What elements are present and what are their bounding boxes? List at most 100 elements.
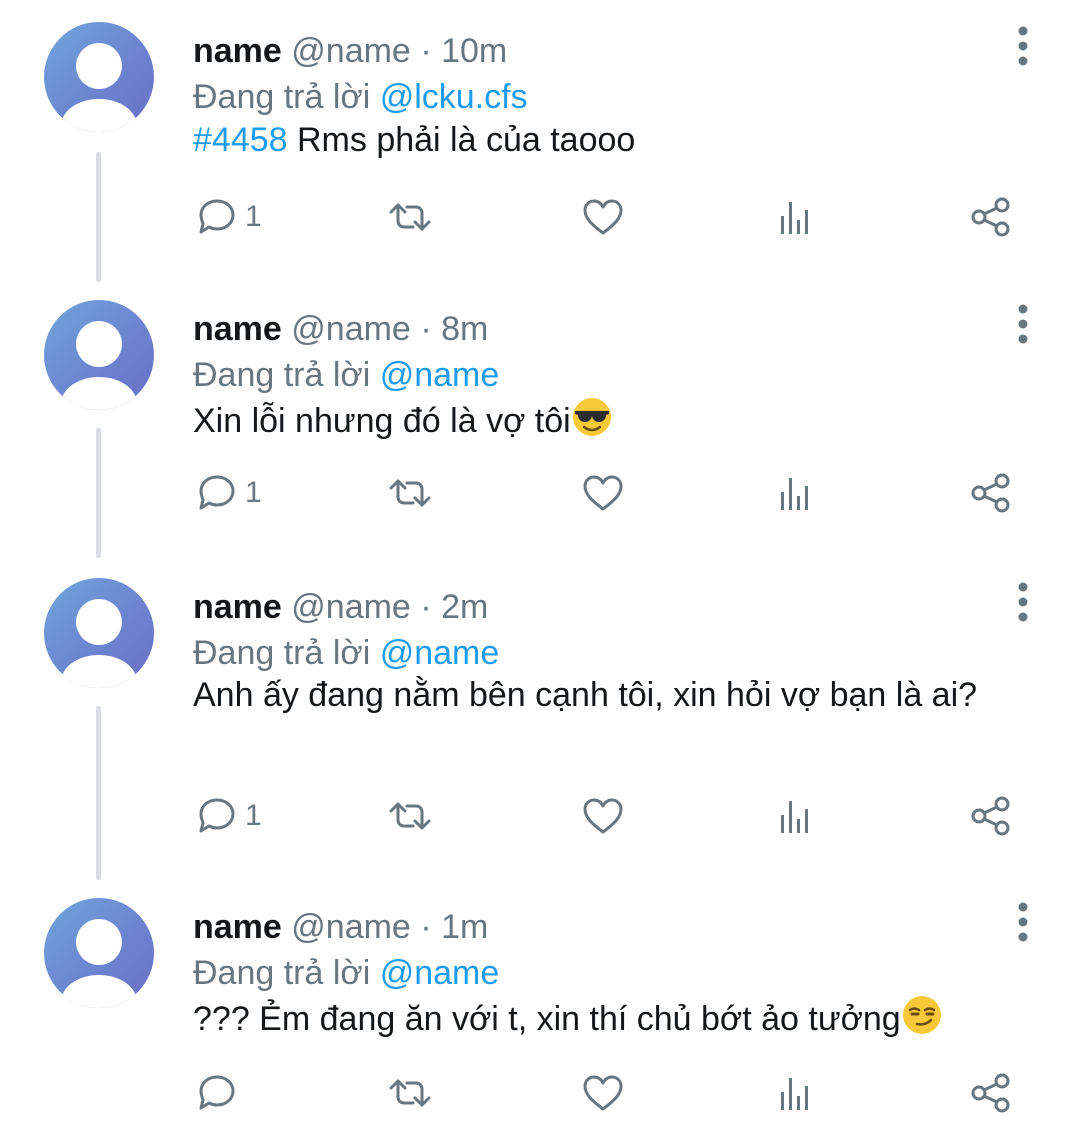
avatar[interactable] [44,898,154,1008]
more-options-button[interactable] [1012,300,1034,350]
tweet-text-content: Anh ấy đang nằm bên cạnh tôi, xin hỏi vợ… [193,676,978,714]
reply-icon [199,199,235,234]
replying-to: Đang trả lời @name [193,632,499,674]
separator-dot: · [420,310,432,348]
replying-to-handle[interactable]: @name [380,356,500,394]
tweet-header: name @name · 10m [193,30,507,72]
stats-icon [781,801,808,833]
heart-icon [583,475,623,511]
avatar[interactable] [44,22,154,132]
replying-to: Đang trả lời @name [193,952,499,994]
tweet-text-content: Rms phải là của taooo [287,121,636,159]
like-button[interactable] [580,791,626,841]
stats-button[interactable] [776,791,816,841]
tweet-text: Xin lỗi nhưng đó là vợ tôi [193,396,1013,443]
timestamp[interactable]: 8m [441,310,488,348]
more-options-button[interactable] [1012,578,1034,628]
more-vertical-icon [1018,582,1028,622]
tweet-text-content: Xin lỗi nhưng đó là vợ tôi [193,402,571,440]
share-button[interactable] [968,1068,1014,1118]
tweet-header: name @name · 8m [193,308,488,350]
replying-to: Đang trả lời @lcku.cfs [193,76,528,118]
tweet[interactable]: name @name · 8m Đang trả lời @name Xin l… [0,300,1080,558]
share-icon [971,473,1010,513]
tweet-text: Anh ấy đang nằm bên cạnh tôi, xin hỏi vợ… [193,672,1003,718]
separator-dot: · [420,32,432,70]
sunglasses-emoji [572,398,611,436]
more-vertical-icon [1018,902,1028,942]
heart-icon [583,199,623,235]
reply-button[interactable]: 1 [193,468,262,518]
reply-button[interactable]: 1 [193,192,262,242]
stats-icon [781,1078,808,1110]
hashtag-link[interactable]: #4458 [193,121,288,159]
reply-count: 1 [245,799,262,832]
like-button[interactable] [580,1068,626,1118]
heart-icon [583,1075,623,1111]
avatar[interactable] [44,300,154,410]
display-name[interactable]: name [193,310,282,348]
retweet-icon [389,1079,431,1107]
like-button[interactable] [580,192,626,242]
retweet-button[interactable] [385,192,435,242]
tweet[interactable]: name @name · 1m Đang trả lời @name ??? Ẻ… [0,898,1080,1125]
more-options-button[interactable] [1012,898,1034,948]
separator-dot: · [420,908,432,946]
tweet[interactable]: name @name · 2m Đang trả lời @name Anh ấ… [0,578,1080,880]
stats-icon [781,478,808,510]
retweet-icon [389,479,431,507]
replying-to-handle[interactable]: @name [380,954,500,992]
replying-to-label: Đang trả lời [193,356,371,394]
user-handle[interactable]: @name [291,588,411,626]
reply-icon [199,798,235,833]
share-button[interactable] [968,468,1014,518]
share-icon [971,796,1010,836]
tweet-header: name @name · 2m [193,586,488,628]
stats-button[interactable] [776,192,816,242]
separator-dot: · [420,588,432,626]
reply-icon [199,1075,235,1110]
retweet-button[interactable] [385,1068,435,1118]
replying-to-handle[interactable]: @lcku.cfs [380,78,528,116]
user-handle[interactable]: @name [291,310,411,348]
reply-count: 1 [245,200,262,233]
share-button[interactable] [968,192,1014,242]
reply-icon [199,475,235,510]
tweet-actions: 1 [0,192,1080,242]
stats-icon [781,202,808,234]
replying-to-label: Đang trả lời [193,634,371,672]
timestamp[interactable]: 10m [441,32,507,70]
retweet-icon [389,203,431,231]
reply-button[interactable]: 1 [193,791,262,841]
retweet-button[interactable] [385,468,435,518]
tweet-text: #4458 Rms phải là của taooo [193,118,1013,162]
avatar[interactable] [44,578,154,688]
tweet-actions: 1 [0,468,1080,518]
user-handle[interactable]: @name [291,908,411,946]
tweet[interactable]: name @name · 10m Đang trả lời @lcku.cfs … [0,22,1080,282]
retweet-icon [389,802,431,830]
tweet-header: name @name · 1m [193,906,488,948]
replying-to: Đang trả lời @name [193,354,499,396]
display-name[interactable]: name [193,588,282,626]
timestamp[interactable]: 2m [441,588,488,626]
share-icon [971,197,1010,237]
share-button[interactable] [968,791,1014,841]
more-options-button[interactable] [1012,22,1034,72]
share-icon [971,1073,1010,1113]
retweet-button[interactable] [385,791,435,841]
stats-button[interactable] [776,468,816,518]
like-button[interactable] [580,468,626,518]
stats-button[interactable] [776,1068,816,1118]
display-name[interactable]: name [193,908,282,946]
heart-icon [583,798,623,834]
display-name[interactable]: name [193,32,282,70]
user-handle[interactable]: @name [291,32,411,70]
replying-to-handle[interactable]: @name [380,634,500,672]
reply-button[interactable] [193,1068,245,1118]
timestamp[interactable]: 1m [441,908,488,946]
tweet-text: ??? Ẻm đang ăn với t, xin thí chủ bớt ảo… [193,994,1013,1041]
smirk-emoji [902,996,941,1034]
replying-to-label: Đang trả lời [193,954,371,992]
replying-to-label: Đang trả lời [193,78,371,116]
